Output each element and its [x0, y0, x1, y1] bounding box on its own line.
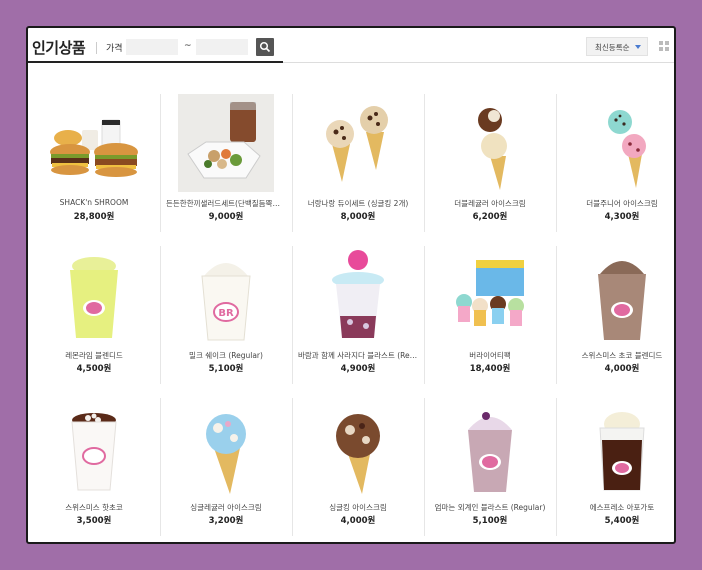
product-card[interactable]: SHACK'n SHROOM 28,800원: [28, 86, 160, 226]
product-card[interactable]: 스위스미스 초코 블렌디드 4,000원: [556, 238, 674, 378]
product-name[interactable]: 버라이어티팩: [424, 350, 556, 361]
product-card[interactable]: 스위스미스 핫초코 3,500원: [28, 390, 160, 530]
product-name[interactable]: 싱글레귤러 아이스크림: [160, 502, 292, 513]
price-label: 가격: [106, 44, 123, 54]
product-card[interactable]: 바람과 함께 사라지다 블라스트 (Regu... 4,900원: [292, 238, 424, 378]
product-card[interactable]: 엄마는 외계인 블라스트 (Regular) 5,100원: [424, 390, 556, 530]
product-price: 3,200원: [208, 516, 244, 526]
product-name[interactable]: 더블레귤러 아이스크림: [424, 198, 556, 209]
product-price: 5,400원: [604, 516, 640, 526]
divider: [96, 42, 97, 54]
product-card[interactable]: 너랑나랑 듀이세트 (싱글킹 2개) 8,000원: [292, 86, 424, 226]
product-image[interactable]: [178, 398, 274, 496]
product-image[interactable]: [574, 246, 670, 344]
grid-view-icon[interactable]: [659, 41, 669, 51]
product-panel: 인기상품 가격 ~ 최신등록순 SHACK'n SHROOM 28,800원 든…: [26, 26, 676, 544]
product-name[interactable]: 바람과 함께 사라지다 블라스트 (Regu...: [292, 350, 424, 361]
product-card[interactable]: 에스프레소 아포가토 5,400원: [556, 390, 674, 530]
product-image[interactable]: [46, 246, 142, 344]
product-name[interactable]: 더블주니어 아이스크림: [556, 198, 674, 209]
product-image[interactable]: [310, 246, 406, 344]
product-image[interactable]: [46, 398, 142, 496]
product-name[interactable]: 스위스미스 초코 블렌디드: [556, 350, 674, 361]
product-image[interactable]: [310, 94, 406, 192]
product-image[interactable]: [574, 94, 670, 192]
filter-bar: 인기상품 가격 ~ 최신등록순: [28, 28, 674, 63]
product-card[interactable]: 더블주니어 아이스크림 4,300원: [556, 86, 674, 226]
product-price: 28,800원: [73, 212, 115, 222]
product-price: 5,100원: [472, 516, 508, 526]
product-price: 5,100원: [208, 364, 244, 374]
product-card[interactable]: 싱글레귤러 아이스크림 3,200원: [160, 390, 292, 530]
product-card[interactable]: BR 밀크 쉐이크 (Regular) 5,100원: [160, 238, 292, 378]
product-price: 18,400원: [469, 364, 511, 374]
product-price: 6,200원: [472, 212, 508, 222]
grid-divider: [556, 246, 557, 384]
product-name[interactable]: 스위스미스 핫초코: [28, 502, 160, 513]
price-max-input[interactable]: [196, 39, 248, 55]
chevron-down-icon: [635, 45, 641, 49]
grid-divider: [556, 398, 557, 536]
grid-divider: [292, 94, 293, 232]
product-card[interactable]: 버라이어티팩 18,400원: [424, 238, 556, 378]
product-name[interactable]: 너랑나랑 듀이세트 (싱글킹 2개): [292, 198, 424, 209]
product-image[interactable]: [310, 398, 406, 496]
product-image[interactable]: [178, 94, 274, 192]
product-name[interactable]: 엄마는 외계인 블라스트 (Regular): [424, 502, 556, 513]
grid-divider: [292, 246, 293, 384]
svg-text:BR: BR: [218, 308, 234, 319]
product-name[interactable]: 든든한한끼샐러드세트(단백질듬뿍로...: [160, 198, 292, 209]
product-card[interactable]: 더블레귤러 아이스크림 6,200원: [424, 86, 556, 226]
product-image[interactable]: [442, 94, 538, 192]
product-price: 4,500원: [76, 364, 112, 374]
title-underline: [28, 61, 283, 63]
product-price: 4,000원: [340, 516, 376, 526]
product-card[interactable]: 싱글킹 아이스크림 4,000원: [292, 390, 424, 530]
grid-divider: [424, 246, 425, 384]
grid-divider: [424, 94, 425, 232]
product-name[interactable]: 싱글킹 아이스크림: [292, 502, 424, 513]
grid-divider: [160, 94, 161, 232]
grid-divider: [424, 398, 425, 536]
product-image[interactable]: BR: [178, 246, 274, 344]
product-name[interactable]: 밀크 쉐이크 (Regular): [160, 350, 292, 361]
product-price: 4,900원: [340, 364, 376, 374]
grid-divider: [292, 398, 293, 536]
product-image[interactable]: [442, 246, 538, 344]
product-image[interactable]: [574, 398, 670, 496]
grid-divider: [160, 246, 161, 384]
price-min-input[interactable]: [126, 39, 178, 55]
product-price: 3,500원: [76, 516, 112, 526]
product-price: 8,000원: [340, 212, 376, 222]
product-card[interactable]: 든든한한끼샐러드세트(단백질듬뿍로... 9,000원: [160, 86, 292, 226]
grid-divider: [556, 94, 557, 232]
product-card[interactable]: 레몬라임 블렌디드 4,500원: [28, 238, 160, 378]
product-price: 4,000원: [604, 364, 640, 374]
grid-divider: [160, 398, 161, 536]
product-image[interactable]: [46, 94, 142, 192]
product-name[interactable]: 레몬라임 블렌디드: [28, 350, 160, 361]
product-price: 4,300원: [604, 212, 640, 222]
price-range-tilde: ~: [184, 41, 192, 51]
page-title: 인기상품: [32, 39, 86, 57]
product-name[interactable]: 에스프레소 아포가토: [556, 502, 674, 513]
sort-label: 최신등록순: [595, 43, 630, 52]
product-image[interactable]: [442, 398, 538, 496]
product-price: 9,000원: [208, 212, 244, 222]
product-name[interactable]: SHACK'n SHROOM: [28, 198, 160, 207]
search-button[interactable]: [256, 38, 274, 56]
sort-dropdown[interactable]: 최신등록순: [586, 37, 648, 56]
search-icon: [259, 41, 271, 53]
